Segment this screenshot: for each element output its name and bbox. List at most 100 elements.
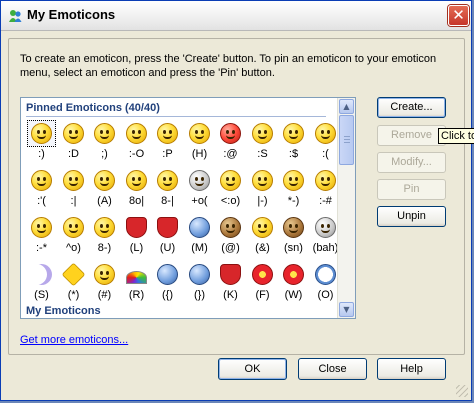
emoticon-cell[interactable] [311, 214, 337, 241]
face-eye [289, 177, 292, 181]
face-eye [295, 177, 298, 181]
modify-button[interactable]: Modify... [377, 152, 446, 173]
face-mouth [69, 229, 78, 233]
face-eye [132, 130, 135, 134]
window-close-button[interactable]: ✕ [448, 5, 469, 26]
emoticon-cell[interactable] [216, 167, 245, 194]
help-button[interactable]: Help [377, 358, 446, 380]
unpin-button[interactable]: Unpin [377, 206, 446, 227]
emoticon-cell[interactable] [90, 167, 119, 194]
emoticon-shortcut-label: (F) [255, 289, 270, 301]
get-more-emoticons-link[interactable]: Get more emoticons... [20, 334, 128, 346]
emoticon-cell[interactable] [153, 214, 182, 241]
emoticon-cell[interactable] [59, 120, 88, 147]
emoticon-cell[interactable] [216, 214, 245, 241]
emoticon-shortcut-label: :) [38, 148, 45, 160]
emoticon-cell[interactable] [216, 120, 245, 147]
remove-button[interactable]: Remove [377, 125, 446, 146]
red-rose-icon [252, 264, 273, 285]
emoticon-shortcut-label: 8-| [161, 195, 174, 207]
close-button[interactable]: Close [298, 358, 367, 380]
emoticon-cell[interactable] [311, 167, 337, 194]
face-eye [75, 224, 78, 228]
face-eye [37, 177, 40, 181]
my-emoticons-dialog: My Emoticons ✕ To create an emoticon, pr… [0, 0, 474, 401]
emoticon-cell[interactable] [216, 261, 245, 288]
face-mouth [258, 135, 267, 139]
emoticon-cell[interactable] [27, 167, 56, 194]
face-eye [106, 271, 109, 275]
clock-icon [315, 264, 336, 285]
emoticon-cell[interactable] [122, 120, 151, 147]
face-eye [201, 177, 204, 181]
resize-grip[interactable] [456, 385, 468, 397]
face-eye [163, 130, 166, 134]
face-eye [138, 177, 141, 181]
emoticon-cell[interactable] [185, 214, 214, 241]
emoticon-cell[interactable] [90, 120, 119, 147]
face-eye [321, 177, 324, 181]
emoticon-cell[interactable] [153, 167, 182, 194]
red-heart-icon [126, 217, 147, 238]
emoticon-cell[interactable] [185, 120, 214, 147]
emoticon-shortcut-label: (U) [159, 242, 176, 254]
emoticon-cell[interactable] [185, 261, 214, 288]
face-eye [169, 130, 172, 134]
face-eye [327, 224, 330, 228]
emoticon-cell[interactable] [59, 167, 88, 194]
emoticon-cell[interactable] [248, 120, 277, 147]
emoticon-cell[interactable] [279, 120, 308, 147]
emoticon-shortcut-label: :P [162, 148, 173, 160]
pin-button[interactable]: Pin [377, 179, 446, 200]
face-mouth [69, 135, 78, 139]
face-mouth [195, 135, 204, 139]
emoticon-cell[interactable] [279, 214, 308, 241]
face-eye [232, 130, 235, 134]
face-eye [75, 177, 78, 181]
emoticon-cell[interactable] [248, 167, 277, 194]
face-eye [232, 177, 235, 181]
emoticon-cell[interactable] [311, 261, 337, 288]
face-mouth [289, 229, 298, 233]
scroll-down-button[interactable]: ▼ [339, 302, 354, 317]
emoticon-cell[interactable] [279, 261, 308, 288]
emoticon-cell[interactable] [59, 214, 88, 241]
create-button[interactable]: Create... [377, 97, 446, 118]
emoticon-cell[interactable] [248, 261, 277, 288]
scroll-thumb[interactable] [339, 115, 354, 165]
vertical-scrollbar[interactable]: ▲ ▼ [337, 98, 355, 318]
emoticon-cell[interactable] [311, 120, 337, 147]
emoticon-cell[interactable] [279, 167, 308, 194]
emoticon-cell[interactable] [122, 261, 151, 288]
emoticon-cell[interactable] [122, 167, 151, 194]
emoticon-list[interactable]: Pinned Emoticons (40/40) My Emoticons :)… [20, 97, 356, 319]
face-mouth [163, 135, 172, 139]
emoticon-cell[interactable] [153, 120, 182, 147]
emoticon-cell[interactable] [153, 261, 182, 288]
emoticon-shortcut-label: (&) [255, 242, 270, 254]
emoticon-cell[interactable] [90, 214, 119, 241]
face-eye [321, 224, 324, 228]
pinned-section-divider [26, 116, 326, 117]
scroll-up-button[interactable]: ▲ [339, 99, 354, 114]
face-eye [43, 224, 46, 228]
baring-teeth-icon [126, 170, 147, 191]
emoticon-cell[interactable] [122, 214, 151, 241]
face-eye [289, 130, 292, 134]
emoticon-cell[interactable] [90, 261, 119, 288]
face-eye [295, 130, 298, 134]
emoticon-cell[interactable] [248, 214, 277, 241]
ok-button[interactable]: OK [218, 358, 287, 380]
emoticon-cell[interactable] [27, 120, 56, 147]
face-mouth [289, 182, 298, 186]
emoticon-cell[interactable] [27, 261, 56, 288]
emoticon-cell[interactable] [59, 261, 88, 288]
sad-icon [315, 123, 336, 144]
face-eye [258, 177, 261, 181]
broken-heart-icon [157, 217, 178, 238]
title-bar[interactable]: My Emoticons ✕ [1, 1, 471, 31]
emoticon-cell[interactable] [185, 167, 214, 194]
emoticon-cell[interactable] [27, 214, 56, 241]
face-mouth [163, 182, 172, 186]
big-grin-icon [63, 123, 84, 144]
